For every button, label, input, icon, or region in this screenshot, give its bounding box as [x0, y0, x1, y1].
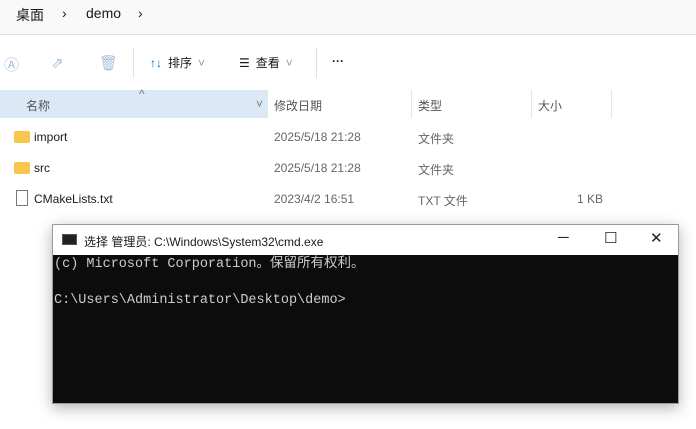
terminal-output[interactable]: (c) Microsoft Corporation。保留所有权利。 C:\Use…: [53, 255, 678, 310]
breadcrumb-desktop[interactable]: 桌面: [16, 5, 44, 25]
maximize-button[interactable]: ☐: [604, 229, 617, 247]
column-name[interactable]: 名称: [26, 97, 50, 114]
column-header: 名称 ^ ˅ 修改日期 类型 大小: [0, 87, 696, 118]
column-date[interactable]: 修改日期: [274, 97, 322, 114]
share-icon[interactable]: ⇗: [51, 54, 64, 72]
file-row[interactable]: CMakeLists.txt 2023/4/2 16:51 TXT 文件 1 K…: [0, 184, 696, 214]
chevron-right-icon[interactable]: ›: [62, 5, 67, 21]
minimize-button[interactable]: ─: [558, 229, 569, 246]
toolbar: Ⓐ ⇗ 🗑 ↑↓ 排序 ˅ ☰ 查看 ˅ ···: [0, 36, 696, 90]
list-icon: ☰: [239, 55, 250, 70]
chevron-down-icon: ˅: [285, 55, 293, 70]
breadcrumb-demo[interactable]: demo: [86, 5, 121, 21]
cmd-window[interactable]: 选择 管理员: C:\Windows\System32\cmd.exe ─ ☐ …: [52, 224, 679, 404]
sort-ascending-icon: ^: [139, 87, 145, 101]
file-row[interactable]: import 2025/5/18 21:28 文件夹: [0, 122, 696, 152]
command-prompt: C:\Users\Administrator\Desktop\demo>: [54, 293, 346, 308]
cmd-icon: [62, 234, 77, 245]
column-size[interactable]: 大小: [538, 97, 562, 114]
chevron-down-icon[interactable]: ˅: [256, 97, 263, 111]
view-button[interactable]: ☰ 查看 ˅: [239, 54, 293, 71]
file-row[interactable]: src 2025/5/18 21:28 文件夹: [0, 153, 696, 183]
address-bar[interactable]: 桌面 › demo ›: [0, 0, 696, 35]
more-button[interactable]: ···: [332, 54, 344, 68]
sort-icon: ↑↓: [150, 55, 162, 70]
cmd-titlebar[interactable]: 选择 管理员: C:\Windows\System32\cmd.exe ─ ☐ …: [53, 225, 678, 255]
chevron-down-icon: ˅: [198, 55, 206, 70]
delete-icon[interactable]: 🗑: [99, 54, 118, 72]
chevron-right-icon[interactable]: ›: [138, 5, 143, 21]
sort-button[interactable]: ↑↓ 排序 ˅: [150, 54, 205, 71]
column-type[interactable]: 类型: [418, 97, 442, 114]
rename-icon[interactable]: Ⓐ: [4, 54, 19, 75]
folder-icon: [14, 162, 30, 174]
folder-icon: [14, 131, 30, 143]
close-button[interactable]: ✕: [650, 229, 663, 247]
cmd-title: 选择 管理员: C:\Windows\System32\cmd.exe: [84, 235, 324, 249]
text-file-icon: [16, 190, 28, 206]
